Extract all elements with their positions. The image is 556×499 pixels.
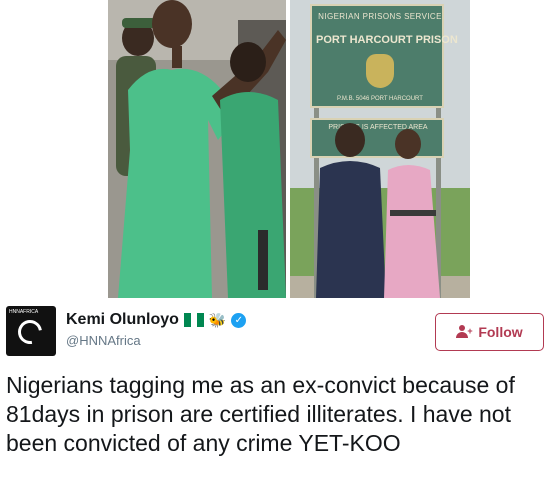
verified-icon: ✓ [231,312,247,328]
photo-couple [316,123,440,298]
nigeria-flag-icon [183,313,204,327]
author-name-row: Kemi Olunloyo 🐝 ✓ [66,310,247,330]
media-photo-prison-sign[interactable]: NIGERIAN PRISONS SERVICE PORT HARCOURT P… [290,0,470,298]
bee-icon: 🐝 [208,312,227,328]
sign-line-3: P.M.B. 5046 PORT HARCOURT [337,96,423,102]
add-user-icon: + [456,325,473,339]
follow-label: Follow [478,324,523,340]
follow-button[interactable]: + Follow [435,313,544,351]
media-photo-woman-in-green[interactable] [108,0,286,298]
prison-sign: NIGERIAN PRISONS SERVICE PORT HARCOURT P… [310,4,458,108]
avatar[interactable]: HNNAFRICA [6,306,56,356]
author-handle[interactable]: @HNNAfrica [66,333,141,348]
tweet-text: Nigerians tagging me as an ex-convict be… [6,372,515,456]
avatar-label: HNNAFRICA [9,309,39,315]
sign-line-1: NIGERIAN PRISONS SERVICE [318,12,442,21]
author-display-name[interactable]: Kemi Olunloyo [66,311,179,329]
tweet-media[interactable]: NIGERIAN PRISONS SERVICE PORT HARCOURT P… [108,0,470,298]
prison-emblem-icon [366,54,394,88]
satellite-dish-icon [13,315,47,349]
photo-scene-left [108,0,286,298]
sign-line-2: PORT HARCOURT PRISON [316,34,458,46]
